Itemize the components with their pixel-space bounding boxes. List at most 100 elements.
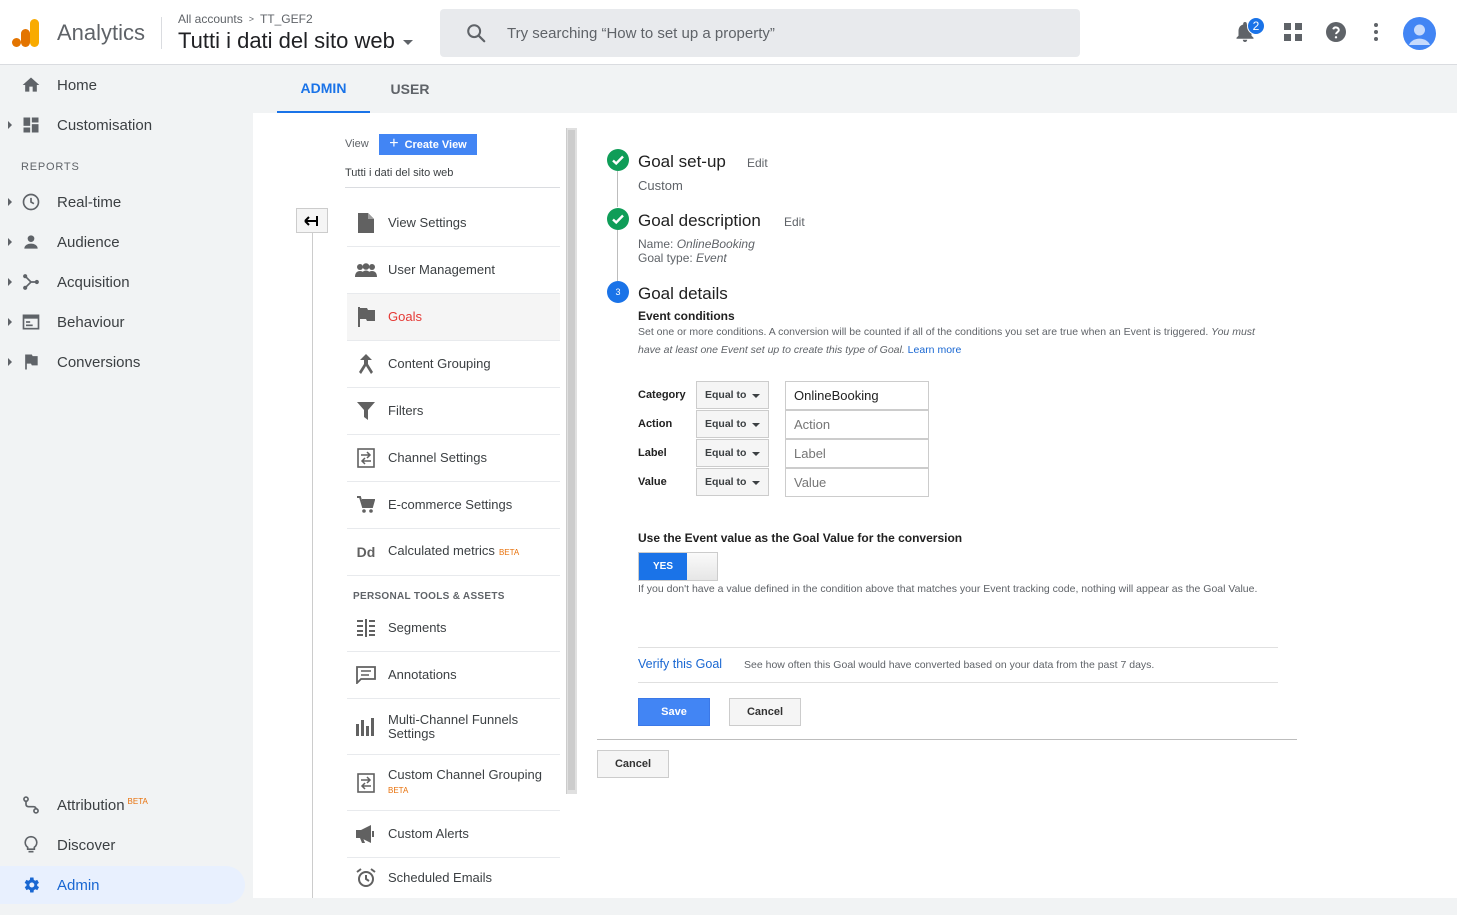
nav-realtime-label: Real-time bbox=[57, 193, 122, 211]
top-bar: Analytics All accounts > TT_GEF2 Tutti i… bbox=[0, 0, 1457, 65]
condition-category-input[interactable] bbox=[785, 381, 929, 410]
condition-action-input[interactable] bbox=[785, 410, 929, 439]
event-conditions-description: Set one or more conditions. A conversion… bbox=[638, 323, 1278, 359]
view-selector[interactable]: Tutti i dati del sito web bbox=[345, 167, 560, 188]
tab-user[interactable]: USER bbox=[370, 65, 450, 113]
nav-behaviour[interactable]: Behaviour bbox=[0, 303, 245, 341]
document-icon bbox=[355, 212, 377, 234]
menu-custom-alerts-label: Custom Alerts bbox=[388, 826, 469, 841]
breadcrumb-separator: > bbox=[248, 14, 254, 24]
condition-category-label: Category bbox=[638, 389, 686, 401]
menu-goals[interactable]: Goals bbox=[347, 294, 560, 341]
nav-home[interactable]: Home bbox=[0, 66, 245, 104]
condition-label-operator[interactable]: Equal to bbox=[696, 439, 769, 467]
menu-channel-settings[interactable]: Channel Settings bbox=[347, 435, 560, 482]
property-selector[interactable]: Tutti i dati del sito web bbox=[178, 28, 413, 54]
cancel-button[interactable]: Cancel bbox=[729, 698, 801, 726]
menu-custom-alerts[interactable]: Custom Alerts bbox=[347, 811, 560, 858]
analytics-logo-icon[interactable] bbox=[12, 18, 40, 48]
filter-icon bbox=[355, 400, 377, 422]
conditions-desc-text: Set one or more conditions. A conversion… bbox=[638, 326, 1209, 338]
chevron-down-icon bbox=[752, 481, 760, 485]
goal-type-label: Goal type: bbox=[638, 251, 693, 265]
expand-arrow-icon bbox=[8, 318, 12, 326]
nav-audience-label: Audience bbox=[57, 233, 120, 251]
chevron-down-icon bbox=[402, 40, 413, 45]
menu-scheduled-emails[interactable]: Scheduled Emails bbox=[347, 858, 560, 898]
menu-filters-label: Filters bbox=[388, 403, 424, 418]
step-connector bbox=[617, 171, 618, 207]
menu-annotations[interactable]: Annotations bbox=[347, 652, 560, 699]
nav-customisation[interactable]: Customisation bbox=[0, 106, 245, 144]
channel-settings-icon bbox=[355, 447, 377, 469]
condition-value-input[interactable] bbox=[785, 468, 929, 497]
nav-conversions[interactable]: Conversions bbox=[0, 343, 245, 381]
nav-customisation-label: Customisation bbox=[57, 116, 153, 134]
goal-setup-value: Custom bbox=[638, 178, 683, 193]
attribution-beta-badge: BETA bbox=[127, 796, 148, 806]
notification-badge: 2 bbox=[1247, 17, 1265, 35]
goal-description-title: Goal description bbox=[638, 211, 761, 230]
menu-segments[interactable]: Segments bbox=[347, 605, 560, 652]
apps-grid-icon[interactable] bbox=[1281, 20, 1305, 44]
save-button[interactable]: Save bbox=[638, 698, 710, 726]
event-value-help-text: If you don't have a value defined in the… bbox=[638, 583, 1258, 595]
breadcrumb-root[interactable]: All accounts bbox=[178, 12, 243, 26]
nav-admin[interactable]: Admin bbox=[0, 866, 245, 904]
back-button[interactable] bbox=[296, 208, 328, 233]
condition-category-operator[interactable]: Equal to bbox=[696, 381, 769, 409]
search-bar[interactable]: Try searching “How to set up a property” bbox=[440, 9, 1080, 57]
segments-icon bbox=[355, 617, 377, 639]
nav-discover[interactable]: Discover bbox=[0, 826, 245, 864]
tab-admin[interactable]: ADMIN bbox=[277, 65, 370, 113]
create-view-button[interactable]: + Create View bbox=[379, 134, 477, 155]
nav-realtime[interactable]: Real-time bbox=[0, 183, 245, 221]
account-avatar[interactable] bbox=[1403, 17, 1436, 50]
goal-description-edit-link[interactable]: Edit bbox=[784, 215, 805, 229]
nav-audience[interactable]: Audience bbox=[0, 223, 245, 261]
nav-acquisition[interactable]: Acquisition bbox=[0, 263, 245, 301]
menu-view-settings-label: View Settings bbox=[388, 214, 467, 230]
menu-multi-channel-funnels-label: Multi-Channel Funnels Settings bbox=[388, 712, 518, 741]
dashboard-icon bbox=[21, 115, 41, 135]
menu-custom-channel-grouping[interactable]: Custom Channel Grouping BETA bbox=[347, 755, 560, 811]
condition-value-operator[interactable]: Equal to bbox=[696, 468, 769, 496]
goal-setup-edit-link[interactable]: Edit bbox=[747, 156, 768, 170]
scrollbar-thumb[interactable] bbox=[568, 130, 575, 790]
menu-multi-channel-funnels[interactable]: Multi-Channel Funnels Settings bbox=[347, 699, 560, 755]
property-name: Tutti i dati del sito web bbox=[178, 28, 395, 53]
verify-goal-link[interactable]: Verify this Goal bbox=[638, 657, 722, 671]
event-value-toggle[interactable]: YES bbox=[638, 552, 718, 581]
nav-attribution[interactable]: Attribution BETA bbox=[0, 786, 245, 824]
condition-label-input[interactable] bbox=[785, 439, 929, 468]
breadcrumb-account[interactable]: TT_GEF2 bbox=[260, 12, 313, 26]
goal-details-title: Goal details bbox=[638, 284, 728, 303]
condition-action-operator[interactable]: Equal to bbox=[696, 410, 769, 438]
bar-chart-icon bbox=[355, 716, 377, 738]
goal-name-value: OnlineBooking bbox=[676, 237, 755, 251]
menu-user-management[interactable]: User Management bbox=[347, 247, 560, 294]
acquisition-icon bbox=[21, 272, 41, 292]
divider bbox=[638, 682, 1278, 683]
divider bbox=[638, 647, 1278, 648]
behaviour-icon bbox=[21, 312, 41, 332]
menu-content-grouping[interactable]: Content Grouping bbox=[347, 341, 560, 388]
menu-view-settings[interactable]: View Settings bbox=[347, 199, 560, 247]
condition-action-label: Action bbox=[638, 418, 673, 430]
toggle-state-label: YES bbox=[639, 553, 687, 580]
outer-cancel-button[interactable]: Cancel bbox=[597, 750, 669, 778]
shopping-cart-icon bbox=[355, 494, 377, 516]
more-vert-icon[interactable] bbox=[1364, 20, 1388, 44]
expand-arrow-icon bbox=[8, 278, 12, 286]
create-view-label: Create View bbox=[404, 138, 467, 151]
help-icon[interactable] bbox=[1324, 20, 1348, 44]
menu-filters[interactable]: Filters bbox=[347, 388, 560, 435]
flag-icon bbox=[355, 306, 377, 328]
menu-ecommerce-settings[interactable]: E-commerce Settings bbox=[347, 482, 560, 529]
learn-more-link[interactable]: Learn more bbox=[908, 344, 962, 356]
breadcrumb[interactable]: All accounts > TT_GEF2 bbox=[178, 12, 313, 26]
verify-goal-description: See how often this Goal would have conve… bbox=[744, 659, 1155, 671]
menu-calculated-metrics[interactable]: Dd Calculated metrics BETA bbox=[347, 529, 560, 576]
check-circle-icon bbox=[607, 149, 629, 171]
event-conditions-heading: Event conditions bbox=[638, 309, 735, 323]
